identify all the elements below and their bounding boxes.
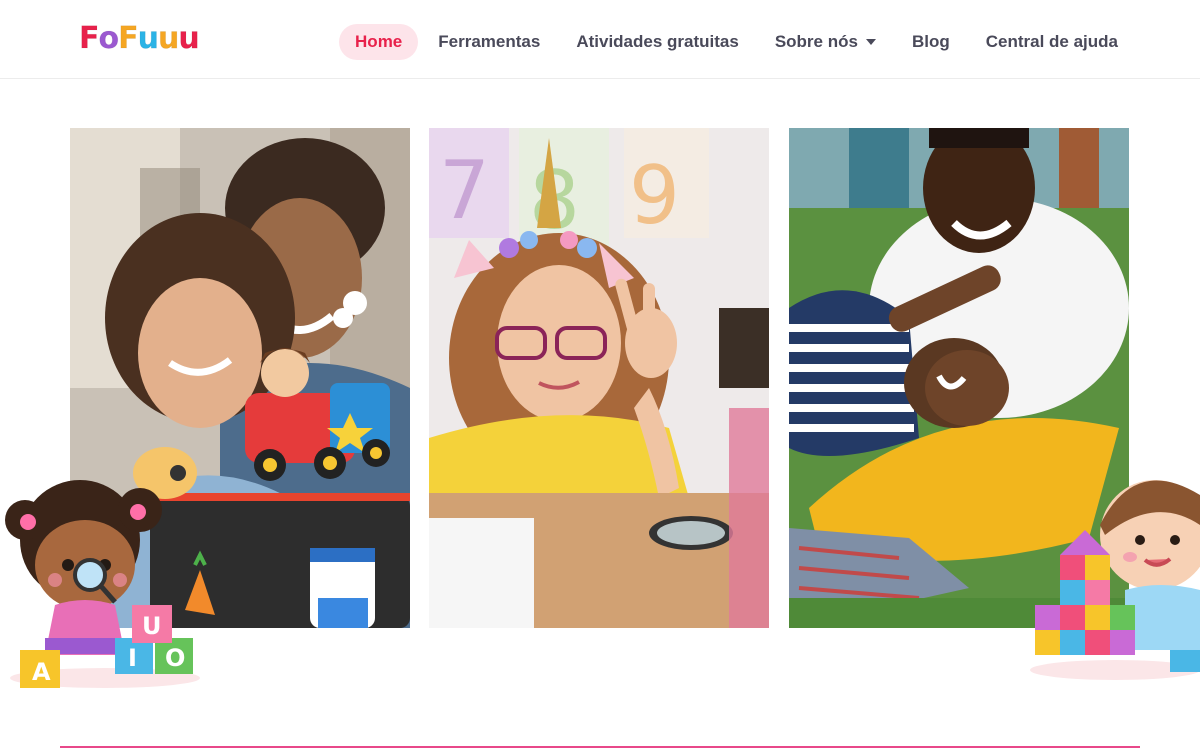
logo-letter: F	[79, 21, 100, 56]
nav-home[interactable]: Home	[339, 24, 419, 60]
nav-central-de-ajuda[interactable]: Central de ajuda	[970, 24, 1134, 60]
block-o-label: O	[165, 644, 185, 672]
logo-letter: u	[178, 21, 200, 56]
nav-ferramentas[interactable]: Ferramentas	[422, 24, 556, 60]
svg-text:7: 7	[439, 144, 490, 237]
logo-letter: u	[137, 21, 159, 56]
nav-atividades-gratuitas[interactable]: Atividades gratuitas	[560, 24, 755, 60]
svg-text:9: 9	[629, 149, 680, 242]
photo-girl-unicorn-headband: 7 8 9	[429, 128, 769, 628]
caret-down-icon	[865, 39, 876, 45]
block-a-label: A	[32, 658, 51, 686]
site-header: F o F u u u Home Ferramentas Atividades …	[0, 0, 1200, 79]
logo-letter: u	[157, 21, 179, 56]
nav-sobre-nos-label: Sobre nós	[774, 32, 858, 51]
section-divider	[60, 746, 1140, 748]
cartoon-girl-magnifier-illustration: A U I O	[0, 480, 220, 695]
cartoon-baby-blocks-illustration	[1025, 465, 1200, 690]
fofuuu-logo[interactable]: F o F u u u	[79, 21, 201, 56]
logo-letter: o	[98, 21, 120, 56]
block-u-label: U	[142, 612, 162, 640]
nav-blog[interactable]: Blog	[896, 24, 966, 60]
logo-letter: F	[118, 21, 139, 56]
main-nav: Home Ferramentas Atividades gratuitas So…	[335, 24, 1134, 60]
block-i-label: I	[128, 644, 137, 672]
nav-sobre-nos[interactable]: Sobre nós	[759, 24, 892, 60]
